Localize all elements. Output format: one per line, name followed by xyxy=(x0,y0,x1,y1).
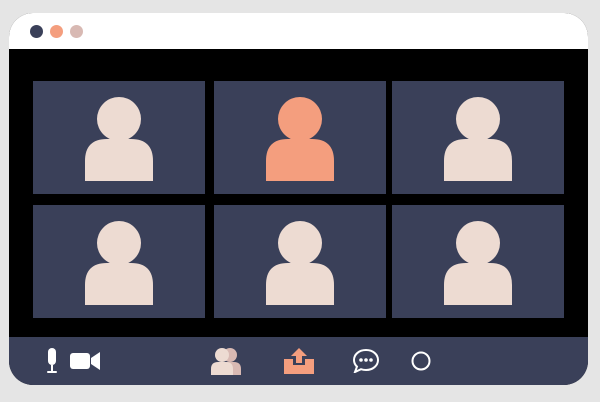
minimize-window-button[interactable] xyxy=(50,25,63,38)
participants-icon xyxy=(211,348,241,375)
video-camera-icon xyxy=(70,352,100,370)
call-controls-toolbar xyxy=(9,337,588,385)
participant-tile[interactable] xyxy=(392,205,564,318)
close-window-button[interactable] xyxy=(30,25,43,38)
chat-button[interactable] xyxy=(352,345,380,377)
participant-avatar-icon xyxy=(266,221,334,305)
participant-avatar-icon xyxy=(444,221,512,305)
record-button[interactable] xyxy=(409,345,433,377)
title-bar xyxy=(9,13,588,49)
share-screen-button[interactable] xyxy=(282,345,316,377)
video-call-window xyxy=(9,13,588,385)
participant-avatar-icon xyxy=(266,97,334,181)
microphone-button[interactable] xyxy=(43,345,61,377)
participant-tile-active-speaker[interactable] xyxy=(214,81,386,194)
participant-avatar-icon xyxy=(85,97,153,181)
maximize-window-button[interactable] xyxy=(70,25,83,38)
participant-avatar-icon xyxy=(85,221,153,305)
participant-tile[interactable] xyxy=(392,81,564,194)
participant-avatar-icon xyxy=(444,97,512,181)
microphone-icon xyxy=(47,348,57,373)
chat-icon xyxy=(353,349,379,373)
video-camera-button[interactable] xyxy=(68,345,102,377)
share-screen-icon xyxy=(284,348,314,374)
participants-button[interactable] xyxy=(208,345,244,377)
participant-tile[interactable] xyxy=(33,81,205,194)
participant-tile[interactable] xyxy=(33,205,205,318)
record-icon xyxy=(411,351,431,371)
participant-tile[interactable] xyxy=(214,205,386,318)
